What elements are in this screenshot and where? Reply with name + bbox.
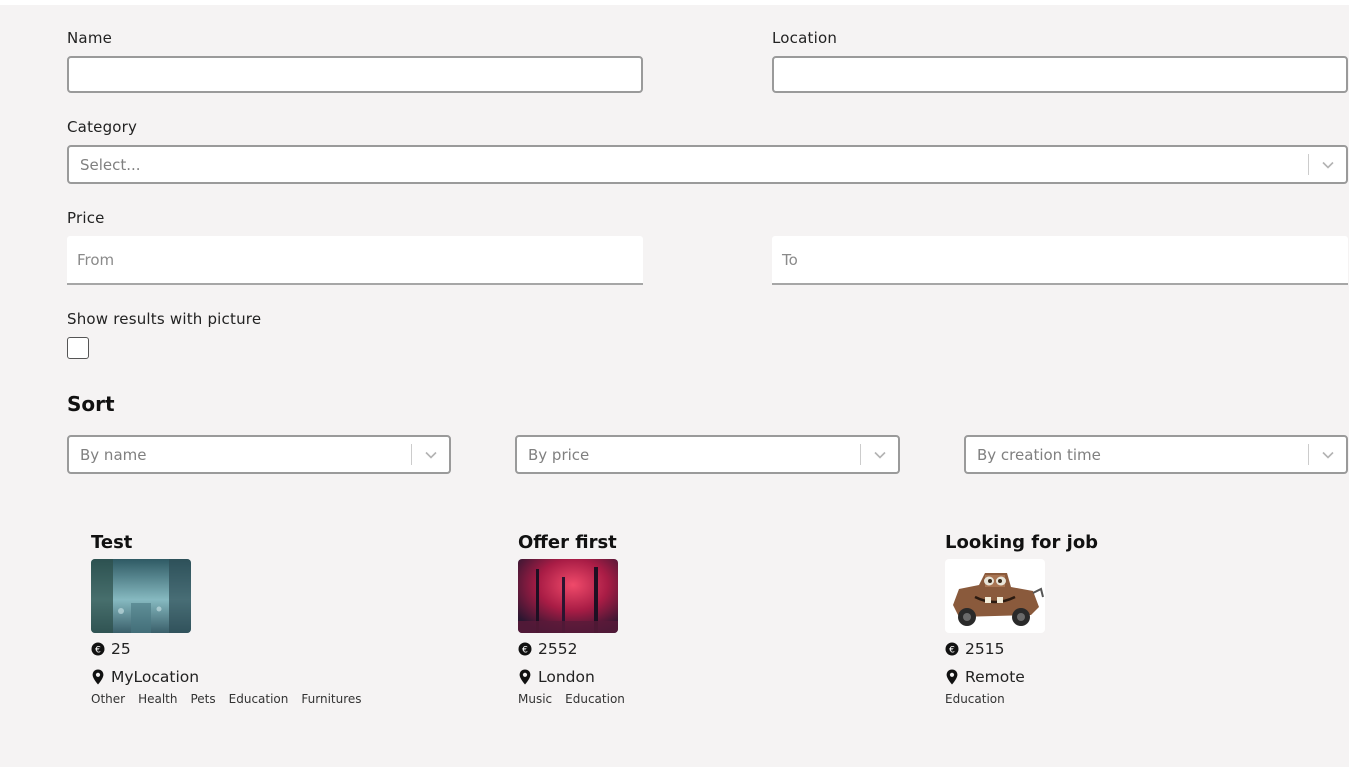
category-placeholder: Select... xyxy=(80,155,141,174)
sort-title: Sort xyxy=(67,392,115,416)
result-price-row: € 25 xyxy=(91,637,471,661)
category-select[interactable]: Select... xyxy=(67,145,1348,184)
chevron-down-icon[interactable] xyxy=(1309,147,1346,182)
result-location-row: Remote xyxy=(945,665,1325,689)
result-tags: Other Health Pets Education Furnitures xyxy=(91,692,471,706)
tag[interactable]: Education xyxy=(945,692,1005,706)
chevron-down-icon[interactable] xyxy=(412,437,449,472)
name-input[interactable] xyxy=(67,56,643,93)
result-location-row: MyLocation xyxy=(91,665,471,689)
price-to-input[interactable]: To xyxy=(772,236,1348,285)
map-pin-icon xyxy=(91,669,105,685)
svg-text:€: € xyxy=(95,645,101,655)
name-label: Name xyxy=(67,29,113,47)
category-label: Category xyxy=(67,118,138,136)
result-price-row: € 2552 xyxy=(518,637,898,661)
tag[interactable]: Pets xyxy=(190,692,215,706)
result-tags: Music Education xyxy=(518,692,898,706)
result-title[interactable]: Looking for job xyxy=(945,531,1325,555)
result-price: 25 xyxy=(111,640,131,658)
result-thumbnail xyxy=(945,559,1045,633)
map-pin-icon xyxy=(945,669,959,685)
result-location: MyLocation xyxy=(111,668,200,686)
svg-text:€: € xyxy=(949,645,955,655)
result-tags: Education xyxy=(945,692,1325,706)
result-price-row: € 2515 xyxy=(945,637,1325,661)
result-thumbnail xyxy=(91,559,191,633)
result-title[interactable]: Test xyxy=(91,531,471,555)
result-location: Remote xyxy=(965,668,1025,686)
result-card[interactable]: Offer first € 2552 London Music Educatio… xyxy=(518,531,898,706)
tag[interactable]: Education xyxy=(565,692,625,706)
picture-filter-label: Show results with picture xyxy=(67,310,262,328)
result-title[interactable]: Offer first xyxy=(518,531,898,555)
tag[interactable]: Other xyxy=(91,692,125,706)
result-card[interactable]: Looking for job € 2515 Remote Education xyxy=(945,531,1325,706)
tag[interactable]: Health xyxy=(138,692,177,706)
chevron-down-icon[interactable] xyxy=(1309,437,1346,472)
sort-by-price-placeholder: By price xyxy=(528,445,590,464)
sort-by-price-select[interactable]: By price xyxy=(515,435,900,474)
picture-checkbox[interactable] xyxy=(67,337,89,359)
map-pin-icon xyxy=(518,669,532,685)
euro-coin-icon: € xyxy=(91,641,105,657)
result-card[interactable]: Test € 25 MyLocation Other Health Pets E… xyxy=(91,531,471,706)
sort-by-name-select[interactable]: By name xyxy=(67,435,451,474)
location-input[interactable] xyxy=(772,56,1348,93)
sort-by-creation-select[interactable]: By creation time xyxy=(964,435,1348,474)
result-price: 2515 xyxy=(965,640,1005,658)
euro-coin-icon: € xyxy=(945,641,959,657)
price-label: Price xyxy=(67,209,105,227)
tag[interactable]: Furnitures xyxy=(301,692,361,706)
svg-text:€: € xyxy=(522,645,528,655)
search-filter-page: Name Location Category Select... Price F… xyxy=(0,5,1349,767)
result-price: 2552 xyxy=(538,640,578,658)
tag[interactable]: Music xyxy=(518,692,552,706)
chevron-down-icon[interactable] xyxy=(861,437,898,472)
price-from-input[interactable]: From xyxy=(67,236,643,285)
sort-by-creation-placeholder: By creation time xyxy=(977,445,1101,464)
tag[interactable]: Education xyxy=(229,692,289,706)
result-thumbnail xyxy=(518,559,618,633)
result-location-row: London xyxy=(518,665,898,689)
result-location: London xyxy=(538,668,595,686)
euro-coin-icon: € xyxy=(518,641,532,657)
location-label: Location xyxy=(772,29,838,47)
sort-by-name-placeholder: By name xyxy=(80,445,147,464)
